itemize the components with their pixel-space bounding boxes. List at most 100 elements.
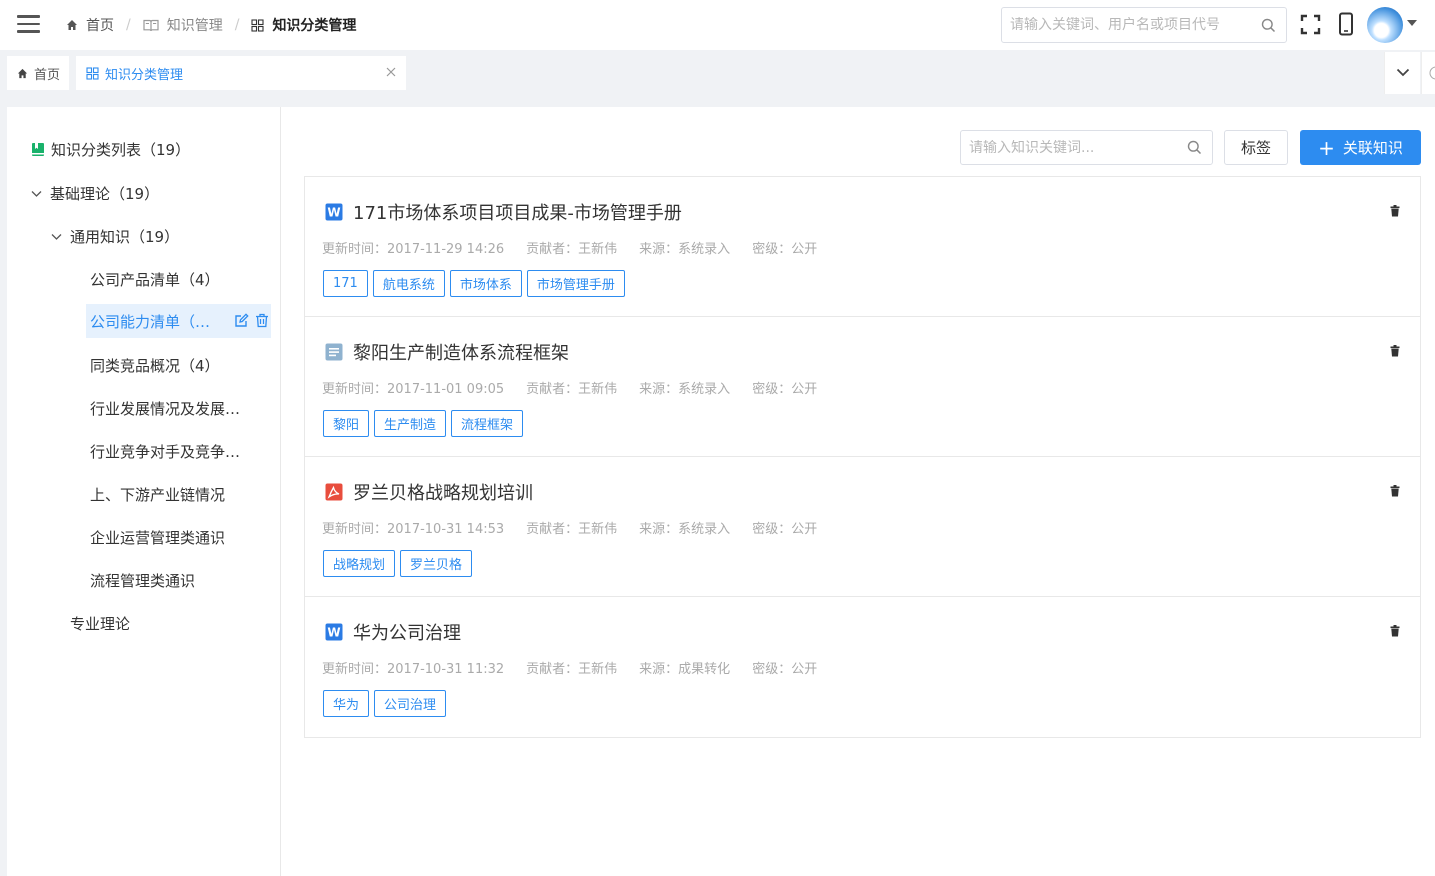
contributor: 贡献者：王新伟 — [526, 522, 618, 537]
tag[interactable]: 公司治理 — [374, 690, 447, 717]
knowledge-item-title[interactable]: W 华为公司治理 — [325, 619, 461, 645]
knowledge-item-title[interactable]: 罗兰贝格战略规划培训 — [325, 479, 533, 505]
edit-icon[interactable] — [234, 313, 249, 332]
tree-leaf-item[interactable]: 行业竞争对手及竞争… — [90, 441, 270, 462]
contributor: 贡献者：王新伟 — [526, 242, 618, 257]
main-panel: 知识分类列表（19） 基础理论（19） 通用知识（19） 公司产品清单（4） 公… — [7, 107, 1435, 876]
tag-button[interactable]: 标签 — [1224, 130, 1288, 165]
tree-node-basic-theory[interactable]: 基础理论（19） — [31, 183, 159, 204]
tab-home[interactable]: 首页 — [7, 56, 69, 90]
trash-icon[interactable] — [1390, 205, 1400, 221]
tree-node-actions — [234, 313, 269, 332]
breadcrumb-knowledge[interactable]: 知识管理 — [143, 15, 223, 35]
tree-leaf-label: 上、下游产业链情况 — [90, 486, 226, 504]
chevron-down-icon[interactable] — [1407, 20, 1417, 26]
security-level: 密级：公开 — [752, 522, 818, 537]
tag[interactable]: 市场管理手册 — [526, 270, 625, 297]
tag[interactable]: 战略规划 — [323, 550, 396, 577]
knowledge-item: 黎阳生产制造体系流程框架 更新时间：2017-11-01 09:05 贡献者：王… — [305, 317, 1420, 457]
source: 来源：成果转化 — [639, 662, 731, 677]
tag[interactable]: 航电系统 — [372, 270, 445, 297]
tree-leaf-label: 同类竞品概况（4） — [90, 357, 220, 375]
tabs-more-button[interactable] — [1421, 52, 1435, 94]
tree-leaf-item[interactable]: 企业运营管理类通识 — [90, 527, 270, 548]
search-icon[interactable] — [1187, 140, 1202, 159]
mobile-icon[interactable] — [1338, 12, 1354, 40]
svg-text:W: W — [327, 626, 340, 640]
tree-leaf-item-selected[interactable]: 公司能力清单（… — [86, 304, 271, 338]
tag[interactable]: 生产制造 — [374, 410, 447, 437]
book-icon — [143, 19, 159, 32]
tag[interactable]: 171 — [323, 270, 368, 297]
knowledge-item-title-text: 华为公司治理 — [353, 623, 461, 644]
knowledge-item: W 171市场体系项目项目成果-市场管理手册 更新时间：2017-11-29 1… — [305, 177, 1420, 317]
home-icon — [17, 68, 28, 79]
knowledge-item-tags: 华为 公司治理 — [323, 690, 447, 717]
trash-icon[interactable] — [1390, 625, 1400, 641]
tree-node-professional-theory[interactable]: 专业理论 — [70, 613, 130, 634]
tree-leaf-item[interactable]: 同类竞品概况（4） — [90, 355, 270, 376]
tree-root-label: 知识分类列表（19） — [51, 141, 191, 159]
breadcrumb-current-label: 知识分类管理 — [272, 18, 357, 34]
knowledge-item-title[interactable]: W 171市场体系项目项目成果-市场管理手册 — [325, 199, 682, 225]
tree-root[interactable]: 知识分类列表（19） — [31, 139, 190, 160]
tag[interactable]: 流程框架 — [451, 410, 524, 437]
svg-text:W: W — [327, 206, 340, 220]
fullscreen-icon[interactable] — [1300, 14, 1321, 39]
knowledge-item-title[interactable]: 黎阳生产制造体系流程框架 — [325, 339, 569, 365]
tree-node-label: 专业理论 — [70, 615, 131, 633]
tree-node-label: 通用知识（19） — [70, 228, 180, 246]
contributor: 贡献者：王新伟 — [526, 382, 618, 397]
tree-leaf-item[interactable]: 行业发展情况及发展… — [90, 398, 270, 419]
knowledge-list: W 171市场体系项目项目成果-市场管理手册 更新时间：2017-11-29 1… — [304, 176, 1421, 738]
tabs-bar: 首页 知识分类管理 — [0, 52, 1435, 94]
tabs-dropdown-button[interactable] — [1384, 52, 1420, 94]
knowledge-item-meta: 更新时间：2017-11-01 09:05 贡献者：王新伟 来源：系统录入 密级… — [322, 378, 839, 397]
tag[interactable]: 黎阳 — [323, 410, 370, 437]
close-icon[interactable] — [386, 66, 396, 80]
global-search-input[interactable] — [1010, 17, 1250, 33]
updated-time: 更新时间：2017-11-29 14:26 — [322, 242, 505, 257]
tree-leaf-item[interactable]: 公司产品清单（4） — [90, 269, 270, 290]
knowledge-search-input[interactable] — [969, 139, 1179, 156]
grid-icon — [251, 18, 264, 32]
search-icon[interactable] — [1261, 18, 1276, 37]
trash-icon[interactable] — [1390, 485, 1400, 501]
breadcrumb-separator: / — [234, 17, 240, 33]
knowledge-item-tags: 战略规划 罗兰贝格 — [323, 550, 473, 577]
menu-toggle-icon[interactable] — [17, 15, 40, 35]
link-knowledge-button[interactable]: + 关联知识 — [1300, 130, 1421, 165]
updated-time: 更新时间：2017-10-31 14:53 — [322, 522, 505, 537]
tree-node-general-knowledge[interactable]: 通用知识（19） — [51, 226, 179, 247]
knowledge-item-title-text: 黎阳生产制造体系流程框架 — [353, 343, 569, 364]
knowledge-search-box — [960, 130, 1213, 165]
top-header: 首页 / 知识管理 / 知识分类管理 — [0, 0, 1435, 50]
tree-leaf-label: 公司能力清单（… — [90, 312, 211, 331]
knowledge-item-meta: 更新时间：2017-10-31 11:32 贡献者：王新伟 来源：成果转化 密级… — [322, 658, 839, 677]
tree-leaf-label: 流程管理类通识 — [90, 572, 196, 590]
tree-leaf-label: 企业运营管理类通识 — [90, 529, 226, 547]
security-level: 密级：公开 — [752, 662, 818, 677]
tree-leaf-item[interactable]: 上、下游产业链情况 — [90, 484, 270, 505]
delete-icon[interactable] — [255, 313, 269, 332]
tag[interactable]: 市场体系 — [449, 270, 522, 297]
breadcrumb-home[interactable]: 首页 — [66, 15, 114, 35]
chevron-down-icon[interactable] — [51, 233, 62, 241]
global-search-box — [1001, 7, 1287, 43]
contributor: 贡献者：王新伟 — [526, 662, 618, 677]
breadcrumb-home-label: 首页 — [86, 18, 114, 34]
category-tree: 知识分类列表（19） 基础理论（19） 通用知识（19） 公司产品清单（4） 公… — [7, 107, 281, 876]
tag[interactable]: 华为 — [323, 690, 370, 717]
knowledge-item-title-text: 罗兰贝格战略规划培训 — [353, 483, 533, 504]
tree-leaf-label: 公司产品清单（4） — [90, 271, 220, 289]
tab-knowledge-category[interactable]: 知识分类管理 — [76, 56, 406, 90]
tag[interactable]: 罗兰贝格 — [400, 550, 473, 577]
knowledge-item-meta: 更新时间：2017-10-31 14:53 贡献者：王新伟 来源：系统录入 密级… — [322, 518, 839, 537]
chevron-down-icon[interactable] — [31, 190, 42, 198]
tab-active-label: 知识分类管理 — [105, 67, 184, 83]
user-avatar[interactable] — [1367, 7, 1403, 43]
trash-icon[interactable] — [1390, 345, 1400, 361]
breadcrumb-knowledge-label: 知识管理 — [166, 18, 223, 34]
tree-leaf-item[interactable]: 流程管理类通识 — [90, 570, 270, 591]
tree-node-label: 基础理论（19） — [50, 185, 160, 203]
